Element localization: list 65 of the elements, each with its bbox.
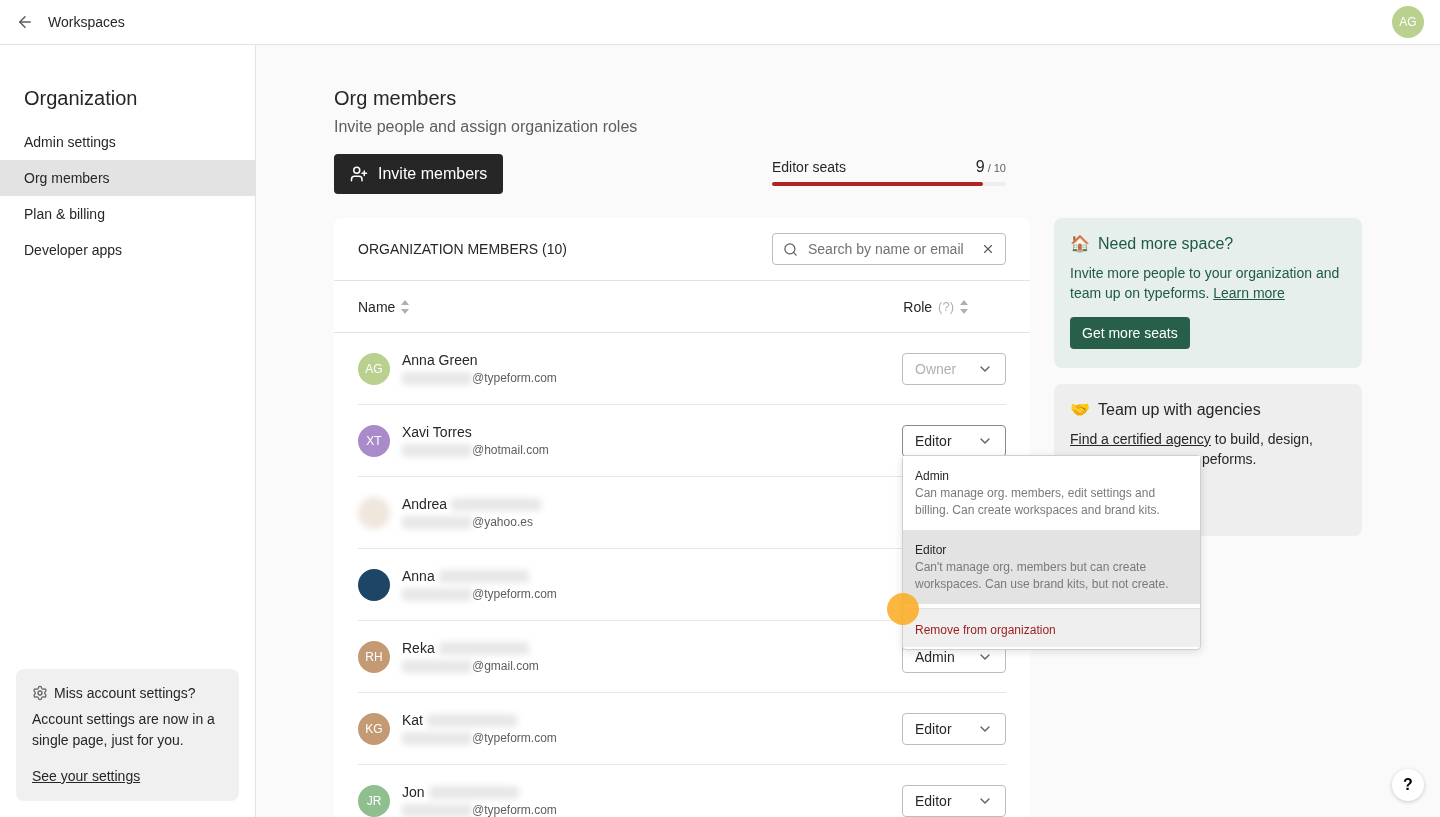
- back-icon[interactable]: [16, 13, 34, 31]
- option-title: Admin: [915, 468, 950, 483]
- role-select[interactable]: Editor: [902, 712, 1006, 745]
- member-email: @typeform.com: [472, 731, 557, 745]
- column-header: Name: [358, 298, 396, 315]
- help-button[interactable]: ?: [1392, 769, 1424, 801]
- sidebar-title: Organization: [23, 87, 139, 110]
- sidebar-item[interactable]: Plan & billing: [0, 196, 255, 232]
- card-text: Invite more people to your organization and team up on typeforms. Learn more: [1070, 264, 1341, 303]
- add-user-icon: [350, 165, 368, 183]
- seats-total: / 10: [987, 162, 1006, 174]
- notice-title: Miss account settings?: [54, 685, 196, 701]
- member-email: @gmail.com: [472, 659, 539, 673]
- gear-icon: [32, 685, 48, 701]
- seats-label: Editor seats: [772, 159, 846, 175]
- member-name: Anna: [402, 568, 435, 584]
- member-name: Anna Green: [402, 352, 478, 368]
- card-text: Find a certified agency to build, design,: [1070, 430, 1314, 449]
- column-header: Role: [903, 298, 933, 315]
- sidebar-item[interactable]: Admin settings: [0, 124, 255, 160]
- member-name: Jon: [402, 784, 425, 800]
- member-name: Xavi Torres: [402, 424, 472, 440]
- card-title: Team up with agencies: [1098, 400, 1261, 419]
- member-email: @typeform.com: [472, 803, 557, 817]
- member-name: Andrea: [402, 496, 448, 512]
- option-title: Remove from organization: [915, 622, 1057, 637]
- role-option[interactable]: Admin Can manage org. members, edit settings and billing. Can create workspaces and brand kits.: [903, 455, 1200, 530]
- member-avatar: KG: [358, 712, 390, 745]
- invite-button[interactable]: Invite members: [334, 154, 504, 194]
- page-title: Org members: [334, 87, 458, 110]
- member-email: @typeform.com: [472, 371, 557, 385]
- member-avatar: JR: [358, 784, 390, 817]
- settings-link[interactable]: See your settings: [32, 768, 141, 784]
- get-seats-button[interactable]: Get more seats: [1070, 317, 1190, 349]
- remove-option[interactable]: Remove from organization: [903, 607, 1200, 647]
- member-email: @typeform.com: [472, 587, 557, 601]
- card-link[interactable]: Find a certified agency: [1070, 431, 1211, 447]
- search-box[interactable]: Search by name or email: [772, 233, 1006, 265]
- emoji-icon: 🏠: [1070, 234, 1090, 253]
- option-description: Can manage org. members, edit settings and billing. Can create workspaces and brand kits.: [915, 484, 1161, 519]
- option-description: Can't manage org. members but can create workspaces. Can use brand kits, but not create.: [915, 558, 1170, 593]
- search-icon: [783, 241, 798, 257]
- role-select[interactable]: Editor: [902, 784, 1006, 817]
- sidebar-item[interactable]: Org members: [0, 160, 255, 196]
- sidebar-item[interactable]: Developer apps: [0, 232, 255, 268]
- clear-icon[interactable]: [981, 242, 995, 256]
- table-title: ORGANIZATION MEMBERS (10): [358, 241, 567, 257]
- member-name: Reka: [402, 640, 435, 656]
- page-subtitle: Invite people and assign organization roles: [334, 118, 639, 136]
- emoji-icon: 🤝: [1070, 400, 1090, 419]
- member-email: @yahoo.es: [472, 515, 533, 529]
- member-avatar: AG: [358, 352, 390, 385]
- card-link[interactable]: Learn more: [1213, 285, 1285, 301]
- member-avatar: XT: [358, 424, 390, 457]
- breadcrumb-label: Workspaces: [48, 14, 126, 30]
- card-title: Need more space?: [1098, 234, 1234, 253]
- seats-used: 9: [975, 158, 985, 175]
- option-title: Editor: [915, 542, 948, 557]
- role-option[interactable]: Editor Can't manage org. members but can create workspaces. Can use brand kits, but not create.: [903, 529, 1200, 604]
- member-email: @hotmail.com: [472, 443, 549, 457]
- card-text: peforms.: [1201, 450, 1258, 469]
- member-avatar: RH: [358, 640, 390, 673]
- member-name: Kat: [402, 712, 423, 728]
- notice-text: Account settings are now in a single page, just for you.: [32, 710, 216, 750]
- role-select[interactable]: Editor: [902, 424, 1006, 457]
